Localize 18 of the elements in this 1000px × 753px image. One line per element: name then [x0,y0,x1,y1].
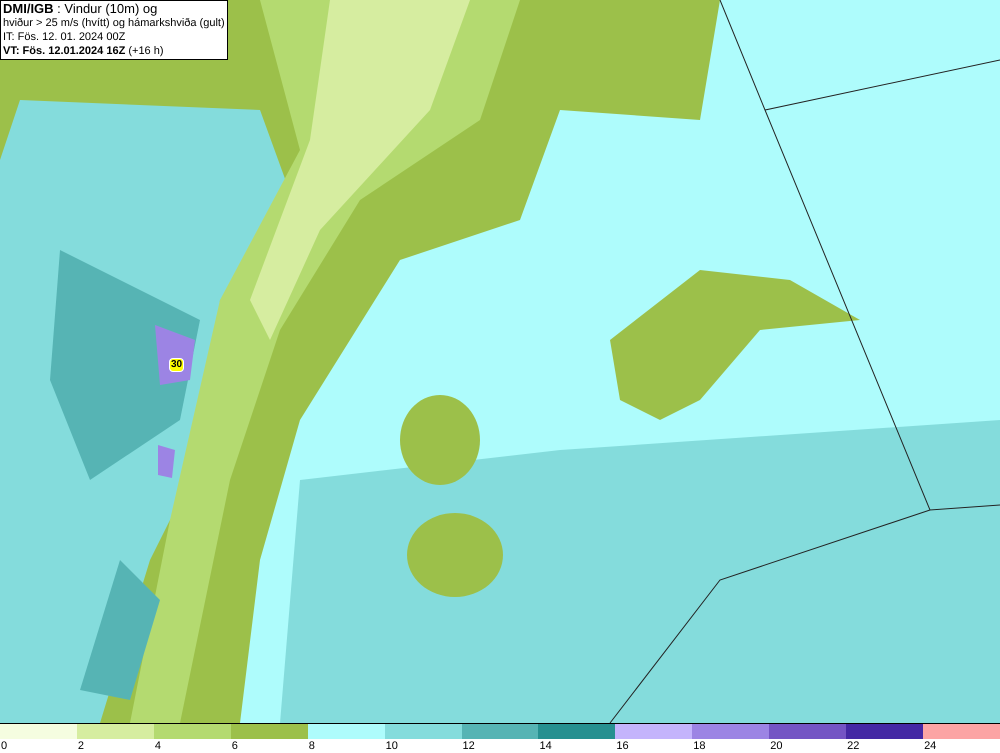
scale-label: 14 [539,739,552,753]
scale-label: 18 [693,739,706,753]
legend-text: IT: Fös. 12. 01. 2024 00Z [3,30,126,44]
scale-label: 2 [78,739,84,753]
scale-label: 24 [924,739,936,753]
scale-label: 6 [232,739,238,753]
legend-text: DMI/IGB : Vindur (10m) og [3,2,158,16]
legend-text: VT: Fös. 12.01.2024 16Z (+16 h) [3,44,165,58]
scale-label: 8 [308,739,315,753]
legend-text: hviður > 25 m/s (hvítt) og hámarkshviða (gult) [3,16,225,30]
scale-label: 20 [770,739,782,753]
scale-label: 10 [386,739,398,753]
scale-label: 0 [1,739,8,753]
scale-label: 16 [616,739,629,753]
scale-label: 4 [154,739,161,753]
scale-label: 12 [462,739,475,753]
gust-label: 30 [169,358,184,372]
scale-label: 22 [847,739,860,753]
